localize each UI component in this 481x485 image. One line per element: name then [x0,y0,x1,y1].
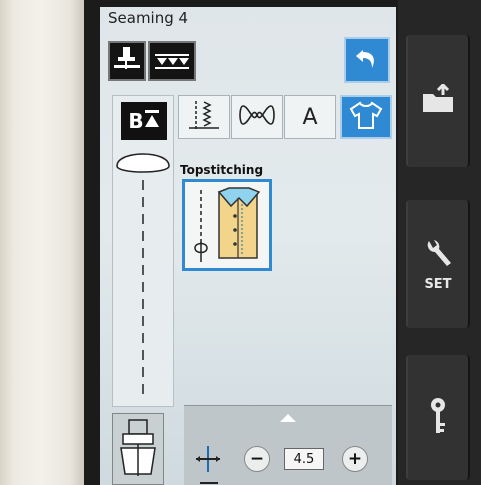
up-arrow-icon [279,408,297,427]
category-label: Topstitching [180,163,264,177]
save-button[interactable] [406,35,470,167]
lcd-screen: Seaming 4 B A Topstitching − 4.5 + [100,7,396,485]
utility-stitch-tab[interactable] [178,95,230,139]
stitch-preview-panel: B [112,95,174,407]
topstitching-stitch-tile[interactable] [182,179,272,271]
shirt-icon [349,100,383,134]
width-minus-button[interactable]: − [244,446,270,472]
decorative-stitch-icon [239,100,275,134]
stitch-width-value: 4.5 [284,448,324,470]
expand-panel-button[interactable] [184,406,392,428]
screen-title: Seaming 4 [108,9,189,27]
presser-foot-indicator [112,413,164,485]
utility-stitch-icon [187,98,221,136]
topstitching-shirt-icon [185,187,269,272]
side-button-panel: SET [398,0,481,485]
back-arrow-icon [353,44,381,76]
lock-button[interactable] [406,355,470,480]
folder-save-icon [421,82,455,118]
stitch-length-icon [198,476,220,485]
b-mode-label: B [128,109,144,133]
settings-button[interactable]: SET [406,200,470,328]
alphabet-tab-label: A [302,104,318,130]
garment-tab[interactable] [340,95,392,139]
plus-label: + [347,449,363,469]
presser-foot-button[interactable] [108,41,146,81]
wrench-icon [423,237,453,273]
stitch-settings-panel: − 4.5 + [184,405,392,485]
back-button[interactable] [344,37,390,83]
b-mode-button[interactable]: B [121,102,167,140]
presser-foot-setting-icon [112,44,142,78]
width-plus-button[interactable]: + [342,446,368,472]
device-photo: SET Seaming 4 B A Topstitching − 4.5 + [0,0,481,485]
b-mode-arrow-icon [144,109,160,134]
alphabet-tab[interactable]: A [284,95,336,139]
straight-stitch-preview [116,153,170,396]
stitch-width-value-text: 4.5 [293,451,315,467]
settings-label: SET [424,276,452,292]
key-icon [427,396,449,440]
feed-dog-button[interactable] [148,41,196,81]
stitch-width-icon [194,444,222,478]
minus-label: − [249,449,265,469]
feed-dog-icon [153,47,191,75]
decorative-stitch-tab[interactable] [231,95,283,139]
presser-foot-icon [120,419,156,476]
